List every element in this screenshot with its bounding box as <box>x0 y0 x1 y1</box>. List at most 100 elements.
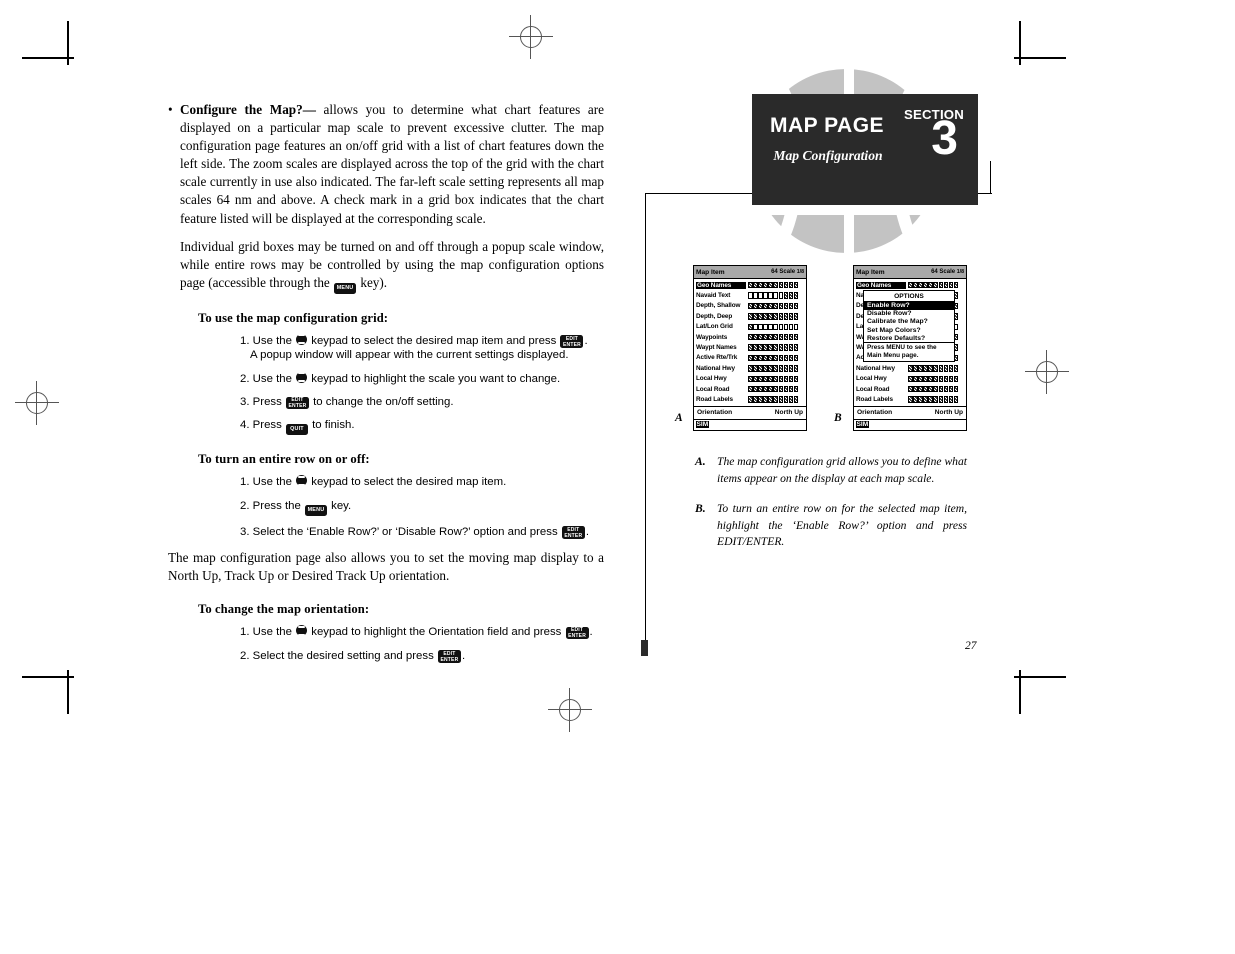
scale-cell-checked[interactable] <box>943 396 949 403</box>
map-item-row[interactable]: Lat/Lon Grid <box>696 322 804 332</box>
scale-cell-checked[interactable] <box>913 365 918 372</box>
scale-cell-checked[interactable] <box>938 396 944 403</box>
options-menu-item[interactable]: Enable Row? <box>864 301 954 310</box>
scale-cell-checked[interactable] <box>758 333 763 341</box>
scale-cell-checked[interactable] <box>928 365 933 372</box>
scale-cell-checked[interactable] <box>753 344 758 351</box>
scale-cell-checked[interactable] <box>773 344 779 351</box>
scale-cell-checked[interactable] <box>748 396 753 403</box>
scale-cell-checked[interactable] <box>948 375 954 382</box>
map-item-row[interactable]: Local Hwy <box>856 374 964 384</box>
map-item-row[interactable]: Road Labels <box>696 394 804 404</box>
scale-cell-checked[interactable] <box>768 313 773 320</box>
scale-cell-checked[interactable] <box>773 333 779 341</box>
scale-cell-checked[interactable] <box>758 375 763 382</box>
scale-cell-checked[interactable] <box>753 375 758 382</box>
scale-cell-checked[interactable] <box>938 365 944 372</box>
scale-cell-checked[interactable] <box>763 302 768 310</box>
scale-cell-checked[interactable] <box>788 365 794 372</box>
scale-cell-checked[interactable] <box>943 365 949 372</box>
map-item-row[interactable]: Depth, Shallow <box>696 301 804 311</box>
scale-cell-checked[interactable] <box>748 354 753 362</box>
scale-cell-checked[interactable] <box>773 354 779 362</box>
scale-cell-checked[interactable] <box>748 313 753 320</box>
scale-cell-checked[interactable] <box>758 385 763 393</box>
scale-cell-checked[interactable] <box>918 365 923 372</box>
scale-cell-checked[interactable] <box>928 282 933 289</box>
scale-cell-checked[interactable] <box>953 385 959 393</box>
scale-cell-checked[interactable] <box>748 365 753 372</box>
scale-cell-checked[interactable] <box>773 365 779 372</box>
scale-cell-checked[interactable] <box>768 396 773 403</box>
scale-cell-unchecked[interactable] <box>758 323 763 330</box>
scale-cell-checked[interactable] <box>943 375 949 382</box>
scale-cell-unchecked[interactable] <box>788 323 794 330</box>
scale-cell-checked[interactable] <box>763 365 768 372</box>
scale-cell-checked[interactable] <box>758 365 763 372</box>
scale-cell-checked[interactable] <box>948 396 954 403</box>
scale-cell-checked[interactable] <box>788 282 794 289</box>
scale-cell-checked[interactable] <box>778 396 784 403</box>
scale-cell-checked[interactable] <box>938 282 944 289</box>
scale-cell-checked[interactable] <box>758 313 763 320</box>
scale-cell-checked[interactable] <box>793 385 799 393</box>
scale-cell-unchecked[interactable] <box>753 292 758 299</box>
scale-cell-unchecked[interactable] <box>758 292 763 299</box>
scale-cell-checked[interactable] <box>923 375 928 382</box>
scale-cell-checked[interactable] <box>763 396 768 403</box>
scale-cell-checked[interactable] <box>783 333 789 341</box>
scale-cell-checked[interactable] <box>783 302 789 310</box>
scale-cell-checked[interactable] <box>908 396 913 403</box>
scale-cell-checked[interactable] <box>928 375 933 382</box>
scale-cell-checked[interactable] <box>753 313 758 320</box>
scale-cell-checked[interactable] <box>768 302 773 310</box>
scale-cell-checked[interactable] <box>788 385 794 393</box>
scale-cell-checked[interactable] <box>778 354 784 362</box>
scale-cell-checked[interactable] <box>793 302 799 310</box>
scale-cell-checked[interactable] <box>758 344 763 351</box>
scale-cell-unchecked[interactable] <box>783 323 789 330</box>
scale-cell-checked[interactable] <box>933 396 939 403</box>
scale-cell-checked[interactable] <box>913 282 918 289</box>
scale-cell-checked[interactable] <box>783 354 789 362</box>
scale-cell-checked[interactable] <box>758 282 763 289</box>
scale-cell-checked[interactable] <box>793 333 799 341</box>
map-item-row[interactable]: Depth, Deep <box>696 311 804 321</box>
scale-cell-checked[interactable] <box>768 354 773 362</box>
scale-cell-checked[interactable] <box>793 375 799 382</box>
scale-cell-unchecked[interactable] <box>778 323 784 330</box>
scale-cell-checked[interactable] <box>763 344 768 351</box>
scale-cell-checked[interactable] <box>768 282 773 289</box>
scale-cell-checked[interactable] <box>773 313 779 320</box>
orientation-field-b[interactable]: Orientation North Up <box>854 407 966 419</box>
scale-cell-checked[interactable] <box>763 385 768 393</box>
options-menu-item[interactable]: Disable Row? <box>864 310 954 318</box>
scale-cell-unchecked[interactable] <box>778 292 784 299</box>
scale-cell-checked[interactable] <box>778 333 784 341</box>
scale-cell-checked[interactable] <box>778 385 784 393</box>
scale-cell-checked[interactable] <box>788 344 794 351</box>
scale-cell-checked[interactable] <box>768 375 773 382</box>
scale-cell-checked[interactable] <box>933 365 939 372</box>
scale-cell-checked[interactable] <box>773 375 779 382</box>
map-item-row[interactable]: National Hwy <box>856 363 964 373</box>
scale-cell-checked[interactable] <box>753 333 758 341</box>
scale-cell-checked[interactable] <box>758 354 763 362</box>
scale-cell-checked[interactable] <box>763 282 768 289</box>
scale-cell-checked[interactable] <box>753 354 758 362</box>
scale-cell-checked[interactable] <box>908 365 913 372</box>
scale-cell-checked[interactable] <box>783 292 789 299</box>
scale-cell-checked[interactable] <box>748 282 753 289</box>
scale-cell-checked[interactable] <box>778 375 784 382</box>
scale-cell-checked[interactable] <box>748 302 753 310</box>
scale-cell-checked[interactable] <box>923 396 928 403</box>
scale-cell-checked[interactable] <box>793 292 799 299</box>
scale-cell-checked[interactable] <box>948 365 954 372</box>
map-item-row[interactable]: Waypoints <box>696 332 804 342</box>
scale-cell-checked[interactable] <box>773 385 779 393</box>
scale-cell-checked[interactable] <box>778 282 784 289</box>
scale-cell-checked[interactable] <box>908 375 913 382</box>
scale-cell-unchecked[interactable] <box>748 292 753 299</box>
scale-cell-checked[interactable] <box>793 282 799 289</box>
scale-cell-checked[interactable] <box>783 385 789 393</box>
